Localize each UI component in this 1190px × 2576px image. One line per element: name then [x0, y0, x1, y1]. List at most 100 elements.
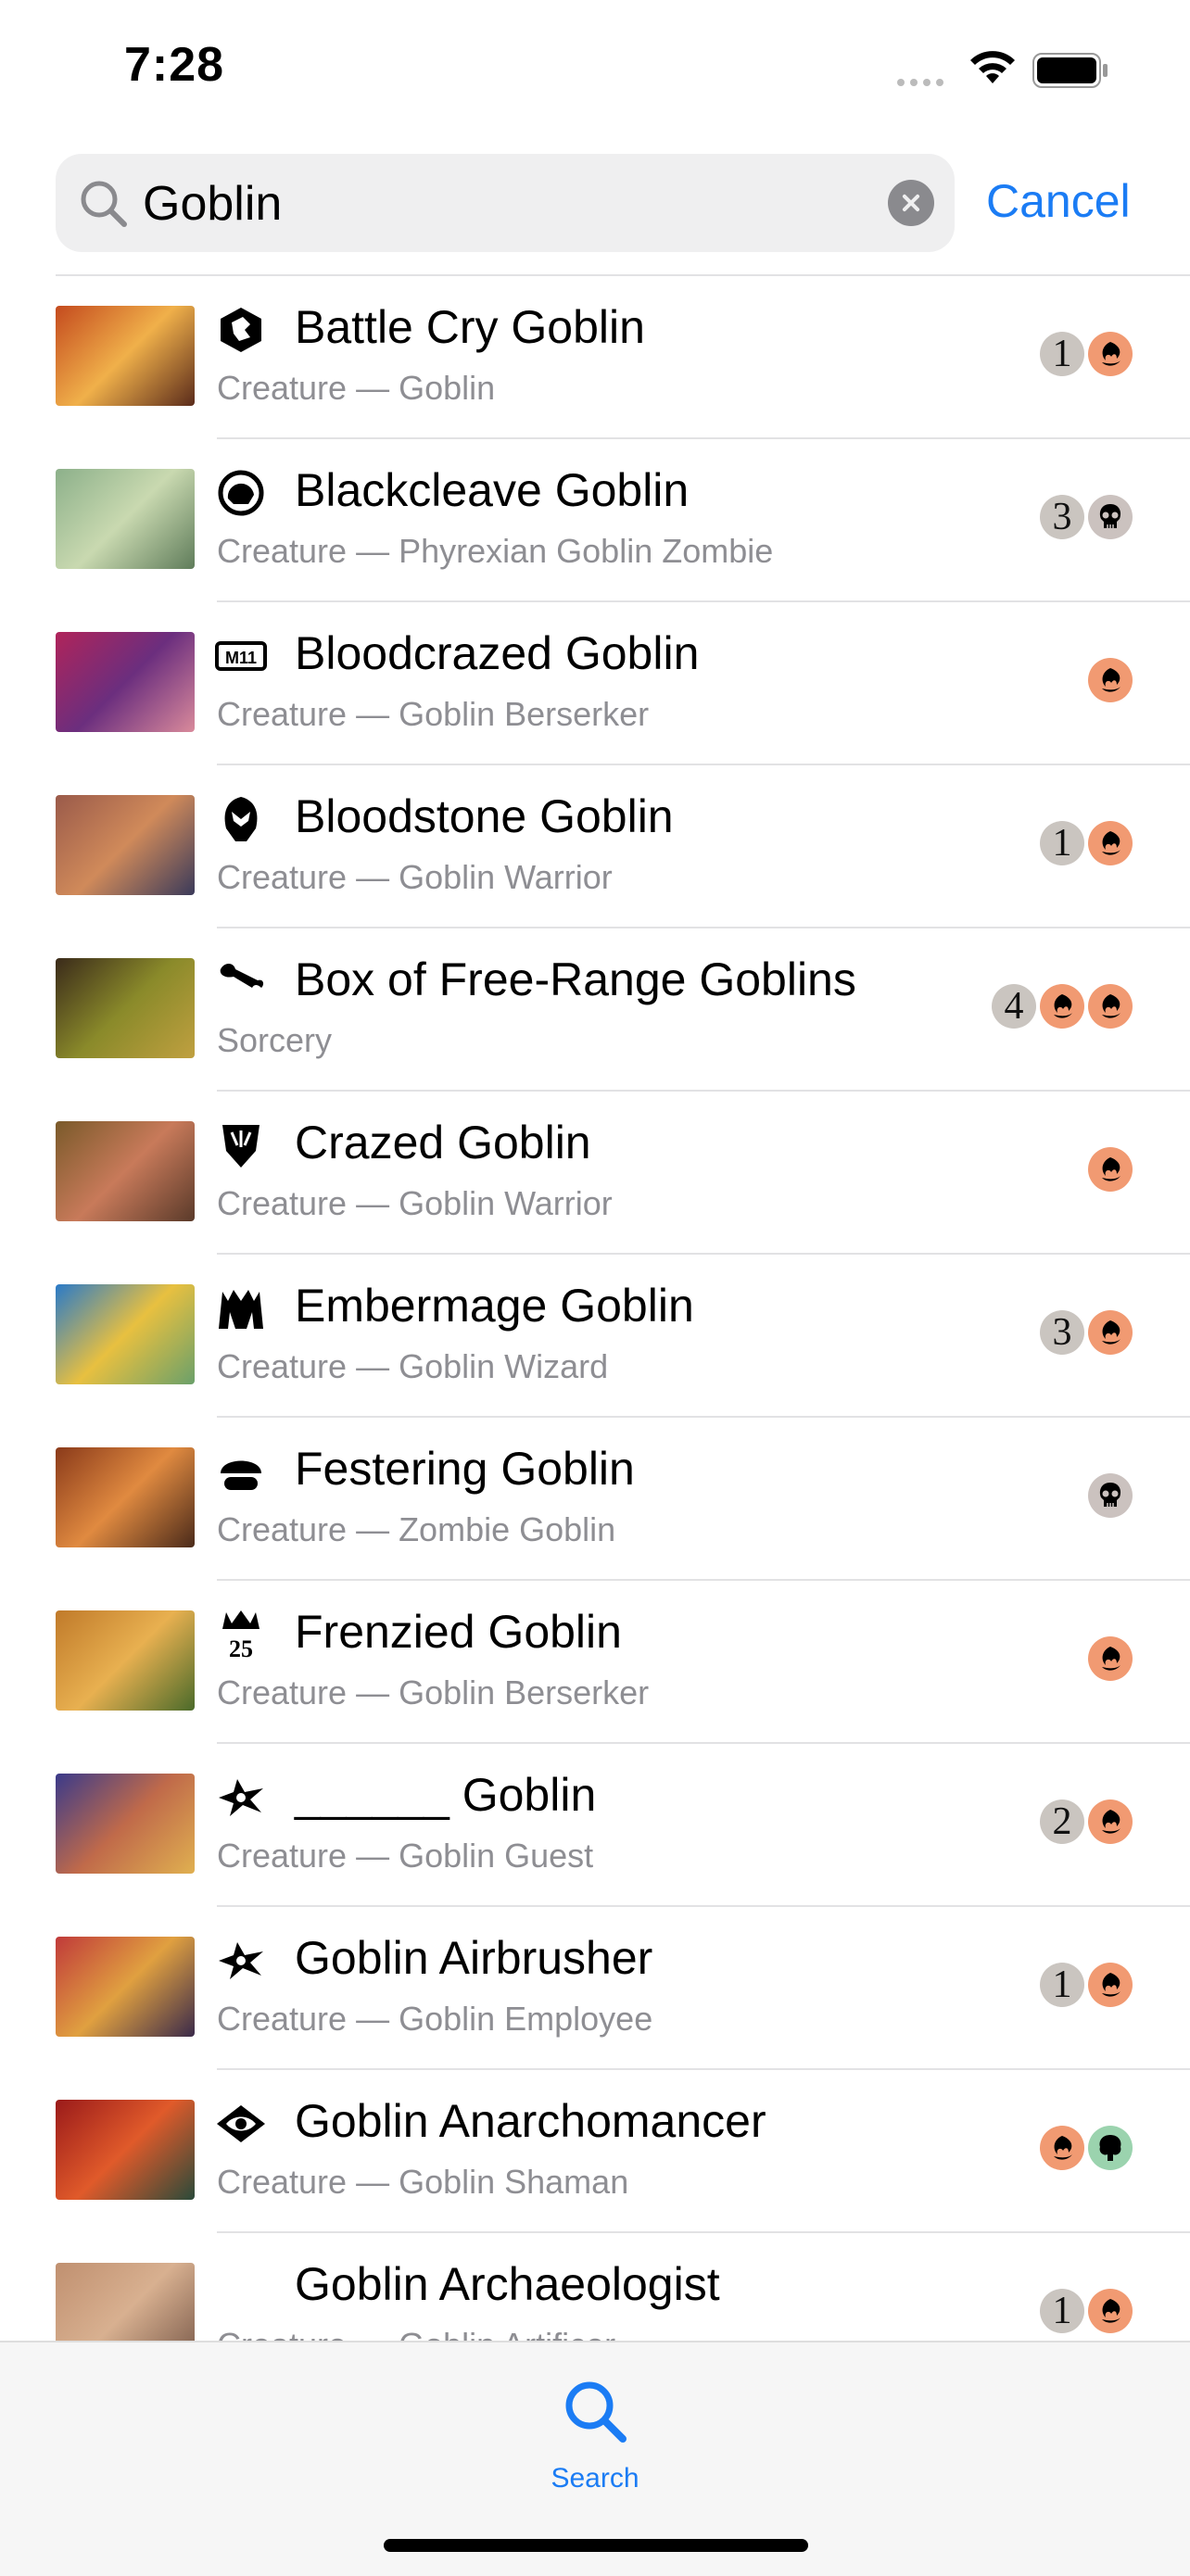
- star-splat-icon: [219, 1942, 263, 1979]
- result-row[interactable]: Goblin Archaeologist Creature — Goblin Ar…: [0, 2233, 1190, 2341]
- search-input[interactable]: [141, 170, 849, 237]
- svg-text:25: 25: [229, 1635, 253, 1661]
- card-art-thumbnail: [56, 1447, 195, 1547]
- results-list: Battle Cry Goblin Creature — Goblin 1 Black…: [0, 276, 1190, 2341]
- mana-cost: 4: [992, 984, 1133, 1029]
- result-row[interactable]: Battle Cry Goblin Creature — Goblin 1: [0, 276, 1190, 439]
- black-mana-icon: [1088, 1473, 1133, 1518]
- card-art-thumbnail: [56, 958, 195, 1058]
- card-art-thumbnail: [56, 1284, 195, 1384]
- card-art-thumbnail: [56, 795, 195, 895]
- battery-icon: [1032, 53, 1108, 88]
- result-row[interactable]: M11 Bloodcrazed Goblin Creature — Goblin B…: [0, 602, 1190, 765]
- wrench-icon: [220, 964, 264, 988]
- result-row[interactable]: Embermage Goblin Creature — Goblin Wizard…: [0, 1255, 1190, 1418]
- m11-ticket-icon: M11: [215, 641, 267, 671]
- result-row[interactable]: Bloodstone Goblin Creature — Goblin Warri…: [0, 765, 1190, 928]
- card-art-thumbnail: [56, 1121, 195, 1221]
- mana-cost: [1088, 1636, 1133, 1681]
- card-type-line: Creature — Goblin Employee: [217, 2000, 653, 2038]
- red-mana-icon: [1040, 984, 1084, 1029]
- card-type-line: Creature — Goblin Berserker: [217, 1673, 650, 1711]
- phyrexian-ring-icon: [218, 470, 264, 516]
- result-row[interactable]: Blackcleave Goblin Creature — Phyrexian G…: [0, 439, 1190, 602]
- card-name: Bloodcrazed Goblin: [295, 627, 700, 679]
- card-type-line: Creature — Goblin Guest: [217, 1837, 594, 1875]
- status-time: 7:28: [124, 38, 225, 92]
- result-row[interactable]: Crazed Goblin Creature — Goblin Warrior: [0, 1092, 1190, 1255]
- card-type-line: Creature — Phyrexian Goblin Zombie: [217, 532, 774, 570]
- result-row[interactable]: Goblin Anarchomancer Creature — Goblin Sh…: [0, 2070, 1190, 2233]
- green-mana-icon: [1088, 2126, 1133, 2170]
- card-type-line: Creature — Goblin Warrior: [217, 858, 613, 896]
- card-name: ______ Goblin: [295, 1769, 597, 1821]
- red-mana-icon: [1088, 984, 1133, 1029]
- home-indicator: [384, 2539, 808, 2552]
- result-row[interactable]: ______ Goblin Creature — Goblin Guest 2: [0, 1744, 1190, 1907]
- mushroom-icon: [221, 1460, 261, 1490]
- red-mana-icon: [1088, 1310, 1133, 1355]
- red-mana-icon: [1088, 1636, 1133, 1681]
- generic-mana-symbol: 1: [1040, 1963, 1084, 2007]
- card-name: Goblin Archaeologist: [295, 2258, 720, 2310]
- crown-25-icon: 25: [222, 1610, 260, 1661]
- mana-cost: [1040, 2126, 1133, 2170]
- mana-cost: [1088, 658, 1133, 702]
- card-type-line: Creature — Goblin Wizard: [217, 1347, 609, 1385]
- mana-cost: [1088, 1473, 1133, 1518]
- card-type-line: Creature — Goblin Artificer: [217, 2326, 615, 2341]
- cancel-button[interactable]: Cancel: [986, 174, 1131, 228]
- card-art-thumbnail: [56, 1774, 195, 1874]
- red-mana-icon: [1088, 1963, 1133, 2007]
- tab-search-label: Search: [551, 2463, 639, 2494]
- result-row[interactable]: Goblin Airbrusher Creature — Goblin Emplo…: [0, 1907, 1190, 2070]
- mana-cost: 1: [1040, 1963, 1133, 2007]
- mana-cost: 3: [1040, 1310, 1133, 1355]
- search-bar: Cancel: [0, 148, 1190, 259]
- red-mana-icon: [1088, 2289, 1133, 2333]
- shield-claw-icon: [222, 1125, 260, 1168]
- tab-search[interactable]: Search: [543, 2361, 647, 2494]
- card-name: Embermage Goblin: [295, 1280, 694, 1332]
- card-name: Goblin Anarchomancer: [295, 2095, 766, 2147]
- card-type-line: Creature — Goblin Berserker: [217, 695, 650, 733]
- generic-mana-symbol: 3: [1040, 495, 1084, 539]
- generic-mana-symbol: 1: [1040, 332, 1084, 376]
- card-type-line: Creature — Goblin Shaman: [217, 2163, 629, 2201]
- search-field[interactable]: [56, 154, 955, 252]
- red-mana-icon: [1040, 2126, 1084, 2170]
- card-name: Festering Goblin: [295, 1443, 635, 1495]
- card-name: Bloodstone Goblin: [295, 790, 674, 842]
- generic-mana-symbol: 1: [1040, 2289, 1084, 2333]
- card-name: Goblin Airbrusher: [295, 1932, 653, 1984]
- status-bar: 7:28: [0, 0, 1190, 139]
- guild-eye-icon: [217, 2105, 265, 2142]
- card-art-thumbnail: [56, 306, 195, 406]
- card-name: Battle Cry Goblin: [295, 301, 645, 353]
- card-name: Crazed Goblin: [295, 1117, 591, 1168]
- mana-cost: 2: [1040, 1799, 1133, 1844]
- result-row[interactable]: 25 Frenzied Goblin Creature — Goblin Berse…: [0, 1581, 1190, 1744]
- card-art-thumbnail: [56, 469, 195, 569]
- search-tab-icon: [565, 2381, 627, 2443]
- mana-cost: 1: [1040, 821, 1133, 865]
- search-icon: [81, 181, 127, 227]
- red-mana-icon: [1088, 1147, 1133, 1192]
- card-name: Blackcleave Goblin: [295, 464, 690, 516]
- red-mana-icon: [1088, 1799, 1133, 1844]
- red-mana-icon: [1088, 658, 1133, 702]
- mana-cost: 3: [1040, 495, 1133, 539]
- card-type-line: Creature — Goblin: [217, 369, 496, 407]
- generic-mana-symbol: 1: [1040, 821, 1084, 865]
- card-art-thumbnail: [56, 2100, 195, 2200]
- card-art-thumbnail: [56, 2263, 195, 2341]
- card-type-line: Creature — Zombie Goblin: [217, 1510, 616, 1548]
- mana-cost: [1088, 1147, 1133, 1192]
- clear-search-button[interactable]: [888, 180, 934, 226]
- dominaria-helm-icon: [224, 797, 258, 841]
- result-row[interactable]: Box of Free-Range Goblins Sorcery 4: [0, 928, 1190, 1092]
- generic-mana-symbol: 2: [1040, 1799, 1084, 1844]
- generic-mana-symbol: 4: [992, 984, 1036, 1029]
- result-row[interactable]: Festering Goblin Creature — Zombie Goblin: [0, 1418, 1190, 1581]
- red-mana-icon: [1088, 332, 1133, 376]
